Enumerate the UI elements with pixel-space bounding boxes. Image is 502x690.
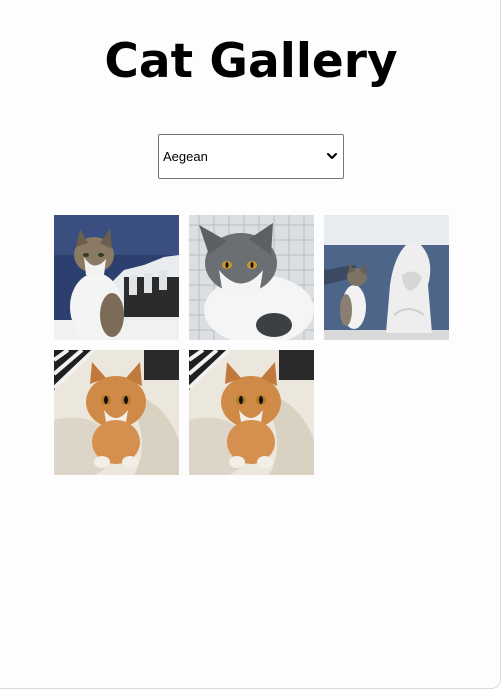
cat-image-5[interactable] — [189, 350, 314, 475]
page-title: Cat Gallery — [104, 34, 398, 89]
page-window: Cat Gallery Aegean — [0, 0, 501, 689]
breed-select-wrapper: Aegean — [158, 134, 344, 179]
breed-select-value: Aegean — [163, 149, 208, 164]
cat-image-1[interactable] — [54, 215, 179, 340]
breed-select[interactable]: Aegean — [158, 134, 344, 179]
chevron-down-icon — [327, 153, 337, 159]
cat-image-2[interactable] — [189, 215, 314, 340]
cat-image-3[interactable] — [324, 215, 449, 340]
cat-image-4[interactable] — [54, 350, 179, 475]
